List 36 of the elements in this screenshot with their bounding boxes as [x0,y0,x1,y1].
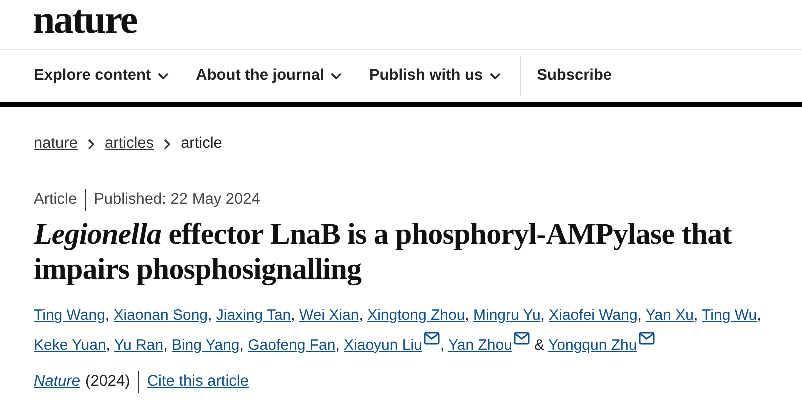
nav-menu-item[interactable]: Explore content [34,67,170,85]
journal-link[interactable]: Nature [34,373,81,391]
author-link[interactable]: Wei Xian [299,307,360,324]
author-link[interactable]: Yan Zhou [448,337,512,354]
author-link[interactable]: Bing Yang [172,337,240,354]
author-link[interactable]: Yongqun Zhu [548,337,638,354]
article-type: Article [34,191,78,209]
author-link[interactable]: Ting Wu [702,307,758,324]
breadcrumb-link[interactable]: nature [34,135,78,153]
cite-link[interactable]: Cite this article [147,373,249,391]
mail-icon[interactable] [424,332,440,345]
chevron-right-icon [88,138,95,150]
nav-menu-item[interactable]: About the journal [196,67,342,85]
publication-date: Published: 22 May 2024 [94,191,260,209]
article-title: Legionella effector LnaB is a phosphoryl-AMPylase that impairs phosphosignalling [34,217,734,287]
author-link[interactable]: Xiaonan Song [114,307,208,324]
nav-menu-item[interactable]: Publish with us [369,67,502,85]
mail-icon[interactable] [514,332,530,345]
nav-menu-item[interactable]: Subscribe [537,67,612,85]
chevron-right-icon [164,138,172,150]
author-link[interactable]: Yan Xu [646,307,694,324]
breadcrumb-current: article [181,135,222,153]
author-link[interactable]: Jiaxing Tan [216,307,292,324]
author-link[interactable]: Gaofeng Fan [248,337,336,354]
author-link[interactable]: Xingtong Zhou [368,307,466,324]
author-link[interactable]: Xiaofei Wang [549,307,638,324]
author-link[interactable]: Mingru Yu [474,307,541,324]
author-link[interactable]: Ting Wang [34,307,106,324]
site-logo[interactable]: nature [33,0,137,40]
publication-year: (2024) [86,373,130,391]
author-link[interactable]: Xiaoyun Liu [344,337,422,354]
author-link[interactable]: Keke Yuan [34,337,106,354]
breadcrumb-link[interactable]: articles [104,135,154,153]
author-list: Ting Wang, Xiaonan Song, Jiaxing Tan, Wei Xian, Xingtong Zhou, Mingru Yu, Xiaofei Wang, Yan Xu, Ting Wu, Keke Yuan, Yu Ran, Bing Yang, Gaofeng Fan, Xiaoyun Liu , Yan Zhou & Yongqun Zhu [34,301,774,361]
author-link[interactable]: Yu Ran [114,337,164,354]
mail-icon[interactable] [639,332,656,345]
